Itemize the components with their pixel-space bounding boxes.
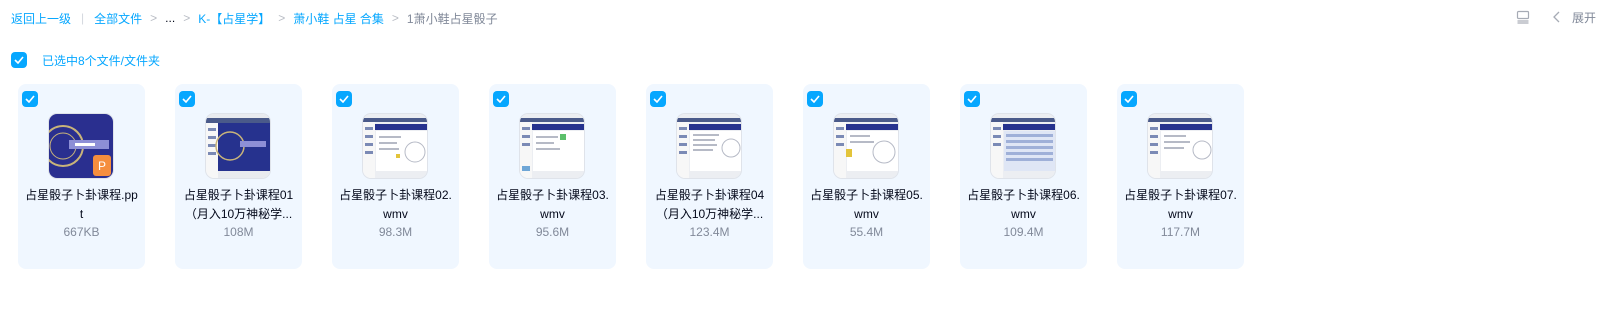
chevron-right-icon: >	[278, 11, 286, 25]
file-tile[interactable]: 占星骰子卜卦课程06.wmv 109.4M	[960, 84, 1087, 269]
chevron-right-icon: >	[391, 11, 399, 25]
file-name: 占星骰子卜卦课程03.wmv	[496, 188, 609, 221]
video-thumbnail	[1148, 114, 1212, 178]
file-checkbox[interactable]	[22, 91, 38, 107]
video-frame-icon	[677, 114, 741, 178]
file-tile[interactable]: 占星骰子卜卦课程07.wmv 117.7M	[1117, 84, 1244, 269]
file-tile[interactable]: 占星骰子卜卦课程01（月入10万神秘学... 108M	[175, 84, 302, 269]
video-frame-icon	[206, 114, 270, 178]
breadcrumb-current: 1萧小鞋占星骰子	[406, 11, 498, 26]
view-toolbar: 展开	[1516, 7, 1598, 27]
check-icon	[339, 95, 349, 103]
file-checkbox[interactable]	[336, 91, 352, 107]
video-thumbnail	[677, 114, 741, 178]
file-checkbox[interactable]	[493, 91, 509, 107]
file-checkbox[interactable]	[1121, 91, 1137, 107]
file-name: 占星骰子卜卦课程02.wmv	[339, 188, 452, 221]
chevron-left-icon[interactable]	[1552, 11, 1562, 23]
file-size: 123.4M	[689, 225, 730, 239]
video-thumbnail	[991, 114, 1055, 178]
video-thumbnail	[363, 114, 427, 178]
file-name: 占星骰子卜卦课程04（月入10万神秘学...	[654, 188, 765, 221]
file-tile[interactable]: 占星骰子卜卦课程04（月入10万神秘学... 123.4M	[646, 84, 773, 269]
chevron-right-icon: >	[183, 11, 191, 25]
file-size: 117.7M	[1160, 225, 1201, 239]
breadcrumb-divider: |	[81, 11, 85, 25]
video-frame-icon	[834, 114, 898, 178]
file-grid: P 占星骰子卜卦课程.ppt 667KB 占星骰子卜卦课程01（月入10万神秘学…	[18, 84, 1274, 269]
video-thumbnail	[834, 114, 898, 178]
chevron-right-icon: >	[150, 11, 158, 25]
breadcrumb-ellipsis[interactable]: ...	[165, 11, 175, 25]
back-link[interactable]: 返回上一级	[11, 10, 71, 27]
check-icon	[182, 95, 192, 103]
file-checkbox[interactable]	[179, 91, 195, 107]
breadcrumb-level2[interactable]: 萧小鞋 占星 合集	[293, 10, 384, 27]
file-name: 占星骰子卜卦课程06.wmv	[967, 188, 1080, 221]
select-all-checkbox[interactable]	[11, 52, 27, 68]
selection-bar: 已选中8个文件/文件夹	[11, 51, 160, 69]
file-size: 108M	[223, 225, 254, 239]
file-tile[interactable]: 占星骰子卜卦课程05.wmv 55.4M	[803, 84, 930, 269]
check-icon	[1124, 95, 1134, 103]
breadcrumb-root[interactable]: 全部文件	[94, 10, 142, 27]
file-checkbox[interactable]	[964, 91, 980, 107]
selection-count-label: 已选中8个文件/文件夹	[42, 53, 161, 68]
breadcrumb: 返回上一级 | 全部文件 > ... > K-【占星学】 > 萧小鞋 占星 合集…	[11, 8, 498, 28]
file-tile[interactable]: 占星骰子卜卦课程03.wmv 95.6M	[489, 84, 616, 269]
check-icon	[14, 56, 24, 64]
file-size: 55.4M	[849, 225, 884, 239]
list-view-icon[interactable]	[1516, 10, 1530, 24]
video-frame-icon	[363, 114, 427, 178]
file-checkbox[interactable]	[650, 91, 666, 107]
video-frame-icon	[1148, 114, 1212, 178]
check-icon	[967, 95, 977, 103]
file-size: 95.6M	[535, 225, 570, 239]
video-thumbnail	[520, 114, 584, 178]
file-name: 占星骰子卜卦课程01（月入10万神秘学...	[183, 188, 294, 221]
ppt-slide-icon: P	[49, 114, 113, 178]
svg-text:P: P	[98, 159, 106, 173]
file-checkbox[interactable]	[807, 91, 823, 107]
video-frame-icon	[991, 114, 1055, 178]
file-size: 98.3M	[378, 225, 413, 239]
expand-button[interactable]: 展开	[1572, 9, 1596, 26]
file-name: 占星骰子卜卦课程.ppt	[25, 188, 138, 221]
video-frame-icon	[520, 114, 584, 178]
file-name: 占星骰子卜卦课程05.wmv	[810, 188, 923, 221]
check-icon	[810, 95, 820, 103]
file-size: 667KB	[63, 225, 100, 239]
video-thumbnail	[206, 114, 270, 178]
file-tile[interactable]: 占星骰子卜卦课程02.wmv 98.3M	[332, 84, 459, 269]
breadcrumb-level1[interactable]: K-【占星学】	[198, 10, 270, 27]
check-icon	[496, 95, 506, 103]
file-size: 109.4M	[1003, 225, 1044, 239]
file-tile[interactable]: P 占星骰子卜卦课程.ppt 667KB	[18, 84, 145, 269]
ppt-thumbnail: P	[49, 114, 113, 178]
file-name: 占星骰子卜卦课程07.wmv	[1124, 188, 1237, 221]
check-icon	[653, 95, 663, 103]
check-icon	[25, 95, 35, 103]
